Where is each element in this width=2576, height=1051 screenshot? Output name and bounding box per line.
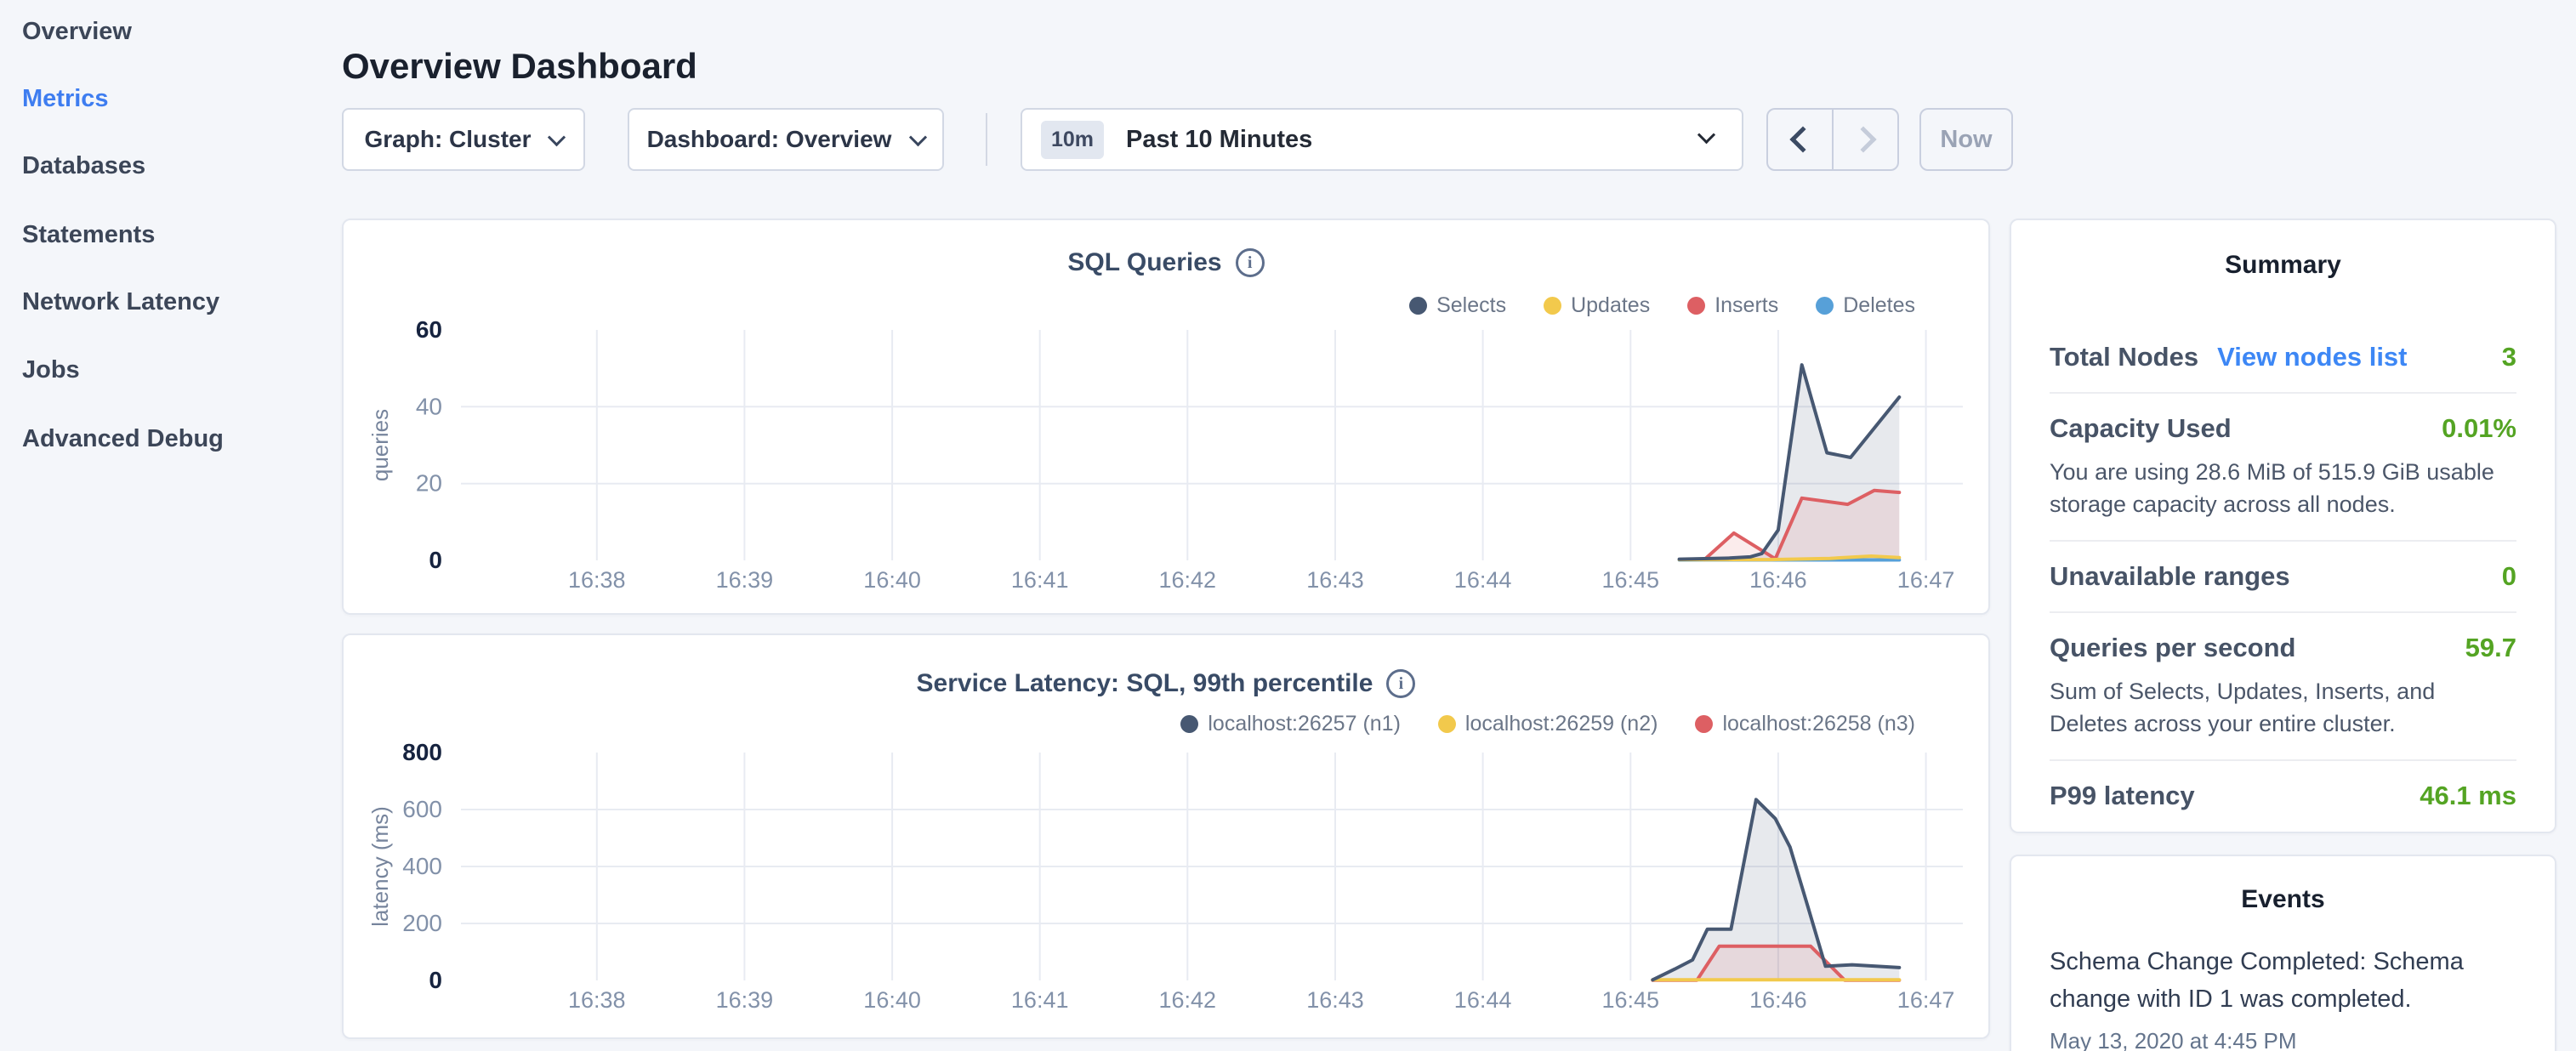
sidebar-item-overview[interactable]: Overview: [22, 17, 132, 46]
svg-text:16:39: 16:39: [716, 567, 774, 593]
time-range-badge: 10m: [1041, 121, 1104, 159]
svg-text:16:44: 16:44: [1454, 567, 1512, 593]
svg-text:16:46: 16:46: [1749, 567, 1807, 593]
chevron-down-icon: [547, 128, 565, 146]
svg-text:0: 0: [429, 967, 442, 993]
graph-scope-dropdown[interactable]: Graph: Cluster: [342, 108, 585, 171]
summary-row-description: You are using 28.6 MiB of 515.9 GiB usab…: [2050, 456, 2516, 520]
chevron-right-icon: [1850, 126, 1876, 152]
time-step-forward-button[interactable]: [1832, 110, 1897, 169]
svg-text:16:45: 16:45: [1602, 987, 1660, 1013]
summary-row-label: Total Nodes: [2050, 342, 2198, 372]
summary-row-value: 0.01%: [2442, 413, 2516, 444]
svg-text:16:39: 16:39: [716, 987, 774, 1013]
summary-row: Unavailable ranges 0: [2050, 540, 2516, 611]
summary-row-label: Capacity Used: [2050, 413, 2232, 444]
summary-title: Summary: [2050, 251, 2516, 280]
summary-row-value: 3: [2502, 342, 2516, 372]
event-timestamp: May 13, 2020 at 4:45 PM: [2050, 1028, 2516, 1051]
chart-plot-area[interactable]: 16:38 16:39 16:40 16:41 16:42 16:43 16:44 16:45…: [344, 635, 1988, 1042]
svg-text:40: 40: [416, 393, 442, 419]
svg-text:16:47: 16:47: [1897, 987, 1955, 1013]
svg-text:16:46: 16:46: [1749, 987, 1807, 1013]
svg-text:20: 20: [416, 470, 442, 497]
events-panel: Events Schema Change Completed: Schema c…: [2010, 855, 2556, 1051]
sidebar-item-databases[interactable]: Databases: [22, 151, 145, 180]
svg-text:latency (ms): latency (ms): [367, 806, 393, 927]
summary-row: Queries per second 59.7 Sum of Selects, Up…: [2050, 611, 2516, 759]
view-nodes-list-link[interactable]: View nodes list: [2217, 342, 2407, 372]
summary-row-label: Unavailable ranges: [2050, 561, 2290, 592]
dashboard-dropdown[interactable]: Dashboard: Overview: [628, 108, 944, 171]
svg-text:16:44: 16:44: [1454, 987, 1512, 1013]
event-item[interactable]: Schema Change Completed: Schema change w…: [2050, 943, 2516, 1051]
summary-row: P99 latency 46.1 ms: [2050, 759, 2516, 831]
summary-row-description: Sum of Selects, Updates, Inserts, and De…: [2050, 675, 2516, 740]
svg-text:16:41: 16:41: [1011, 987, 1069, 1013]
now-button[interactable]: Now: [1919, 108, 2013, 171]
svg-text:16:40: 16:40: [863, 987, 921, 1013]
summary-row-label: P99 latency: [2050, 781, 2195, 811]
svg-text:16:38: 16:38: [568, 567, 626, 593]
svg-text:600: 600: [402, 796, 442, 822]
summary-row-value: 0: [2502, 561, 2516, 592]
summary-row-label: Queries per second: [2050, 633, 2295, 663]
sidebar-item-network-latency[interactable]: Network Latency: [22, 287, 219, 316]
page-title: Overview Dashboard: [342, 46, 697, 87]
chevron-down-icon: [909, 128, 927, 146]
svg-text:16:43: 16:43: [1306, 987, 1364, 1013]
summary-row: Capacity Used 0.01% You are using 28.6 MiB…: [2050, 392, 2516, 540]
svg-text:16:45: 16:45: [1602, 567, 1660, 593]
svg-text:200: 200: [402, 910, 442, 936]
svg-text:16:47: 16:47: [1897, 567, 1955, 593]
summary-row-value: 59.7: [2465, 633, 2516, 663]
svg-text:16:41: 16:41: [1011, 567, 1069, 593]
sql-queries-chart-card: SQL Queries i SelectsUpdatesInsertsDelet…: [342, 219, 1990, 615]
app-root: Overview Metrics Databases Statements Networ…: [0, 0, 2576, 1051]
graph-scope-label: Graph: Cluster: [364, 126, 531, 153]
event-message: Schema Change Completed: Schema change w…: [2050, 943, 2516, 1018]
time-range-label: Past 10 Minutes: [1126, 126, 1312, 154]
chevron-left-icon: [1789, 126, 1816, 152]
summary-row-value: 46.1 ms: [2420, 781, 2516, 811]
summary-row: Total Nodes View nodes list 3: [2050, 322, 2516, 392]
time-step-button-group: [1766, 108, 1899, 171]
svg-text:16:42: 16:42: [1159, 987, 1217, 1013]
sidebar-item-jobs[interactable]: Jobs: [22, 355, 80, 384]
sidebar-item-advanced-debug[interactable]: Advanced Debug: [22, 424, 224, 453]
svg-text:16:43: 16:43: [1306, 567, 1364, 593]
svg-text:400: 400: [402, 853, 442, 879]
svg-text:16:38: 16:38: [568, 987, 626, 1013]
service-latency-chart-card: Service Latency: SQL, 99th percentile i …: [342, 633, 1990, 1039]
chevron-down-icon: [1697, 126, 1715, 144]
svg-text:16:42: 16:42: [1159, 567, 1217, 593]
sidebar-item-metrics[interactable]: Metrics: [22, 84, 109, 113]
svg-text:60: 60: [416, 316, 442, 343]
events-title: Events: [2050, 885, 2516, 914]
dashboard-label: Dashboard: Overview: [647, 126, 892, 153]
summary-panel: Summary Total Nodes View nodes list 3 Capac…: [2010, 219, 2556, 833]
time-range-dropdown[interactable]: 10m Past 10 Minutes: [1021, 108, 1743, 171]
svg-text:800: 800: [402, 739, 442, 765]
sidebar-item-statements[interactable]: Statements: [22, 220, 155, 249]
svg-text:16:40: 16:40: [863, 567, 921, 593]
chart-plot-area[interactable]: 16:38 16:39 16:40 16:41 16:42 16:43 16:44 16:45…: [344, 220, 1988, 617]
controls-divider: [986, 113, 987, 166]
time-step-back-button[interactable]: [1768, 110, 1832, 169]
svg-text:0: 0: [429, 547, 442, 573]
svg-text:queries: queries: [367, 409, 393, 481]
